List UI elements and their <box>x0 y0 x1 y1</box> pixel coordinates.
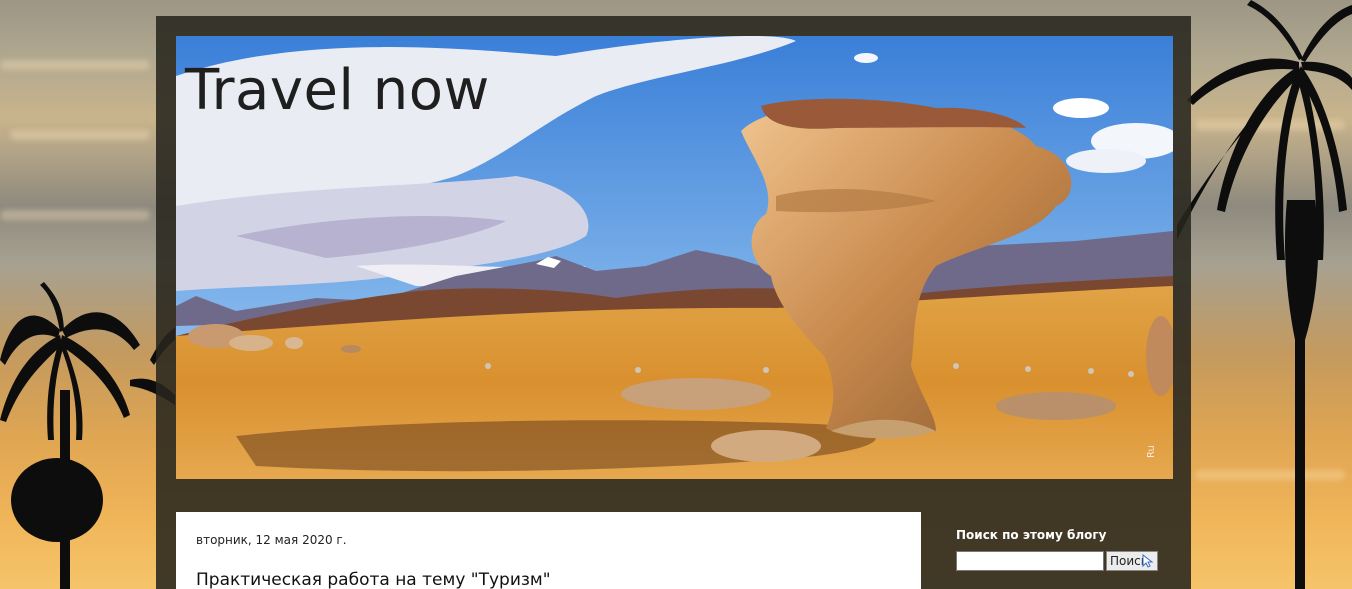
search-input[interactable] <box>956 551 1104 571</box>
sidebar: Поиск по этому блогу Поиск <box>956 528 1166 571</box>
blog-title-link[interactable]: Travel now <box>185 58 490 123</box>
palm-tree-right-icon <box>1177 0 1352 589</box>
post-title-link[interactable]: Практическая работа на тему "Туризм" <box>196 570 551 589</box>
image-watermark: Ru <box>1146 445 1157 458</box>
palm-tree-left-icon <box>0 282 175 589</box>
search-button[interactable]: Поиск <box>1106 551 1158 571</box>
post-date-header: вторник, 12 мая 2020 г. <box>196 533 347 547</box>
main-post-column: вторник, 12 мая 2020 г. Практическая раб… <box>176 512 921 589</box>
search-widget-title: Поиск по этому блогу <box>956 528 1107 542</box>
search-form: Поиск <box>956 551 1166 571</box>
mouse-cursor-icon <box>1142 554 1154 568</box>
